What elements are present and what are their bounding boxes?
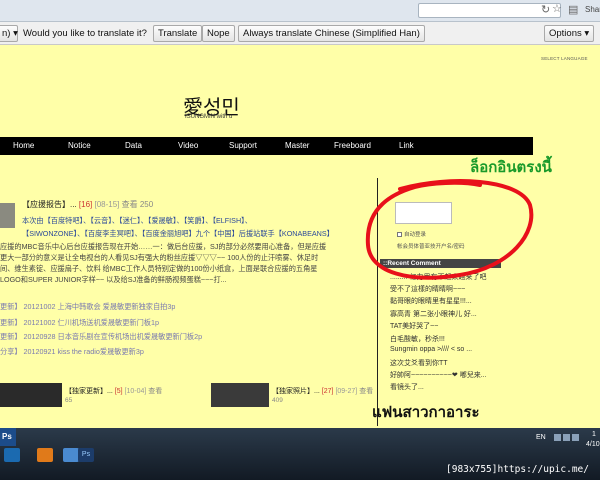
view-count: 查看: [148, 388, 163, 395]
language-dropdown[interactable]: n) ▾: [0, 25, 18, 42]
select-language[interactable]: SELECT LANGUAGE: [541, 56, 588, 61]
language-indicator[interactable]: EN: [536, 434, 546, 441]
chevron-down-icon: ▾: [13, 28, 18, 39]
remember-label: 自动登录: [404, 232, 427, 238]
post-excerpt-line: 更大一部分的意义是让全电视台的人看见SJ有强大的粉丝应援▽▽▽~~ 100人份的…: [0, 253, 319, 262]
share-button[interactable]: Shar: [585, 5, 600, 14]
start-button[interactable]: Ps: [0, 428, 16, 446]
comment-count: [5]: [114, 388, 123, 395]
translate-button[interactable]: Translate: [153, 25, 203, 42]
annotation-top-text: ล็อกอินตรงนี้: [470, 158, 552, 176]
nav-home[interactable]: Home: [13, 141, 34, 150]
translate-question: Would you like to translate it?: [23, 28, 147, 39]
recent-comment[interactable]: 这次艾爻看到你TT: [390, 358, 448, 368]
related-link[interactable]: 更新】 20120928 日本音乐剧在宣传机场出机爱晟敏更新门板2p: [0, 332, 202, 342]
post-excerpt-line: 间、维生素锭、应援扇子、饮料 给MBC工作人员特别定做的100份小纸盒，上面是联…: [0, 264, 318, 273]
login-input[interactable]: [395, 202, 452, 224]
language-label: n): [2, 28, 11, 39]
login-links[interactable]: 帐会员体普亚技开户名/密码: [397, 242, 465, 250]
options-label: Options: [549, 28, 582, 39]
comment-count: [27]: [321, 388, 334, 395]
comment-count: [16]: [78, 200, 93, 209]
clock-time: 1: [592, 431, 596, 438]
recent-comment[interactable]: 受不了這樣的睛睛啊~~~: [390, 284, 465, 294]
volume-icon[interactable]: [572, 434, 579, 441]
site-subtitle: ISUNGMIN with u: [185, 114, 233, 120]
nav-video[interactable]: Video: [178, 141, 198, 150]
recent-comment-header: ::Recent Comment: [380, 259, 501, 268]
ellipsis: ...: [70, 200, 77, 209]
post-title[interactable]: 【应援报告】: [22, 200, 70, 209]
annotation-bottom-text: แฟนสาวกาอาระ: [372, 403, 480, 421]
post-title-row[interactable]: 【独家照片】... [27] [09-27] 查看: [272, 386, 373, 396]
recent-comment[interactable]: Sungmin oppa >//// < so ...: [390, 346, 472, 353]
post-thumbnail[interactable]: [0, 383, 62, 407]
nav-data[interactable]: Data: [125, 141, 142, 150]
view-count-number: 65: [65, 397, 73, 404]
related-link[interactable]: 更新】 20121002 仁川机场送机爱晟敏更新门板1p: [0, 318, 159, 328]
recent-comment[interactable]: 看镜头了...: [390, 382, 424, 392]
firefox-icon[interactable]: [37, 448, 53, 462]
nav-freeboard[interactable]: Freeboard: [334, 141, 371, 150]
nav-notice[interactable]: Notice: [68, 141, 91, 150]
clock-date: 4/10: [586, 441, 600, 448]
folder-icon[interactable]: [63, 448, 79, 462]
tray-icon[interactable]: [563, 434, 570, 441]
post-title[interactable]: 【独家更新】: [65, 388, 107, 395]
post-excerpt-line: LOGO和SUPER JUNIOR字样~~ 以及给SJ准备的鲜肠视频蛋糕~~~打…: [0, 275, 227, 284]
nav-master[interactable]: Master: [285, 141, 309, 150]
photoshop-icon[interactable]: Ps: [78, 448, 94, 462]
chevron-down-icon: ▾: [584, 28, 590, 39]
sidebar-divider: [377, 178, 378, 426]
image-credit: [983x755]https://upic.me/: [446, 464, 589, 475]
checkbox-icon[interactable]: [397, 232, 402, 237]
post-excerpt-line: 本次由【百度特吧】、【云音】、【迷仁】、【爱晟敏】、【笑爵】、【ELFISH】、: [22, 216, 252, 225]
view-count: 查看 250: [121, 200, 154, 209]
always-translate-button[interactable]: Always translate Chinese (Simplified Han…: [238, 25, 425, 42]
options-button[interactable]: Options ▾: [544, 25, 595, 42]
red-annotation-circle: [365, 179, 534, 280]
recent-comment[interactable]: ......... 亿力里有不起来越来了吧: [390, 272, 486, 282]
explorer-icon[interactable]: [4, 448, 20, 462]
related-link[interactable]: 更新】 20121002 上海中韩歌会 爱晟敏更新独家自拍3p: [0, 302, 175, 312]
post-thumbnail[interactable]: [211, 383, 269, 407]
post-excerpt-line: 应援的MBC音乐中心后台应援报告现在开始……一：做后台应援，SJ的部分必然要用心…: [0, 242, 327, 251]
main-nav: Home Notice Data Video Support Master Fr…: [0, 137, 533, 155]
nav-link[interactable]: Link: [399, 141, 414, 150]
post-date: [09-27]: [335, 388, 358, 395]
recent-comment[interactable]: 寡高青 第二张小眼神儿 好...: [390, 309, 477, 319]
address-bar[interactable]: [418, 3, 561, 18]
post-title[interactable]: 【独家照片】: [272, 388, 314, 395]
ellipsis: ...: [314, 388, 320, 395]
post-title-row[interactable]: 【应援报告】... [16] [08-15] 查看 250: [22, 199, 153, 210]
recent-comment[interactable]: 黏哥眼的眼睛里有星星!!!...: [390, 296, 472, 306]
view-count-number: 409: [272, 397, 283, 404]
tray-icon[interactable]: [554, 434, 561, 441]
recent-comment[interactable]: 白毛酸敏，秒杀!!!: [390, 334, 445, 344]
web-page: SELECT LANGUAGE 愛성민 ISUNGMIN with u Home…: [0, 45, 600, 428]
star-icon[interactable]: ☆: [552, 3, 562, 15]
translate-infobar: n) ▾ Would you like to translate it? Tra…: [0, 22, 600, 45]
remember-login[interactable]: 自动登录: [397, 230, 426, 238]
view-count: 查看: [359, 388, 374, 395]
nav-support[interactable]: Support: [229, 141, 257, 150]
post-thumbnail[interactable]: [0, 203, 15, 228]
browser-toolbar: ↻ ☆ ▤ Shar: [0, 0, 600, 22]
post-date: [08-15]: [94, 200, 120, 209]
page-icon[interactable]: ▤: [568, 4, 578, 16]
nope-button[interactable]: Nope: [202, 25, 235, 42]
recent-comment[interactable]: 好帥阿~~~~~~~~~~❤ 嘟兒来...: [390, 370, 487, 380]
post-date: [10-04]: [124, 388, 147, 395]
ellipsis: ...: [107, 388, 113, 395]
related-link[interactable]: 分享】 20120921 kiss the radio爱晟敏更新3p: [0, 347, 144, 357]
post-excerpt-line: 【SIWONZONE】、【百度李圭冥吧】、【百度金丽旭吧】九个【中国】后援站联手…: [22, 229, 334, 238]
refresh-icon[interactable]: ↻: [541, 4, 550, 16]
post-title-row[interactable]: 【独家更新】... [5] [10-04] 查看: [65, 386, 162, 396]
recent-comment[interactable]: TAT美好哭了~~: [390, 321, 438, 331]
